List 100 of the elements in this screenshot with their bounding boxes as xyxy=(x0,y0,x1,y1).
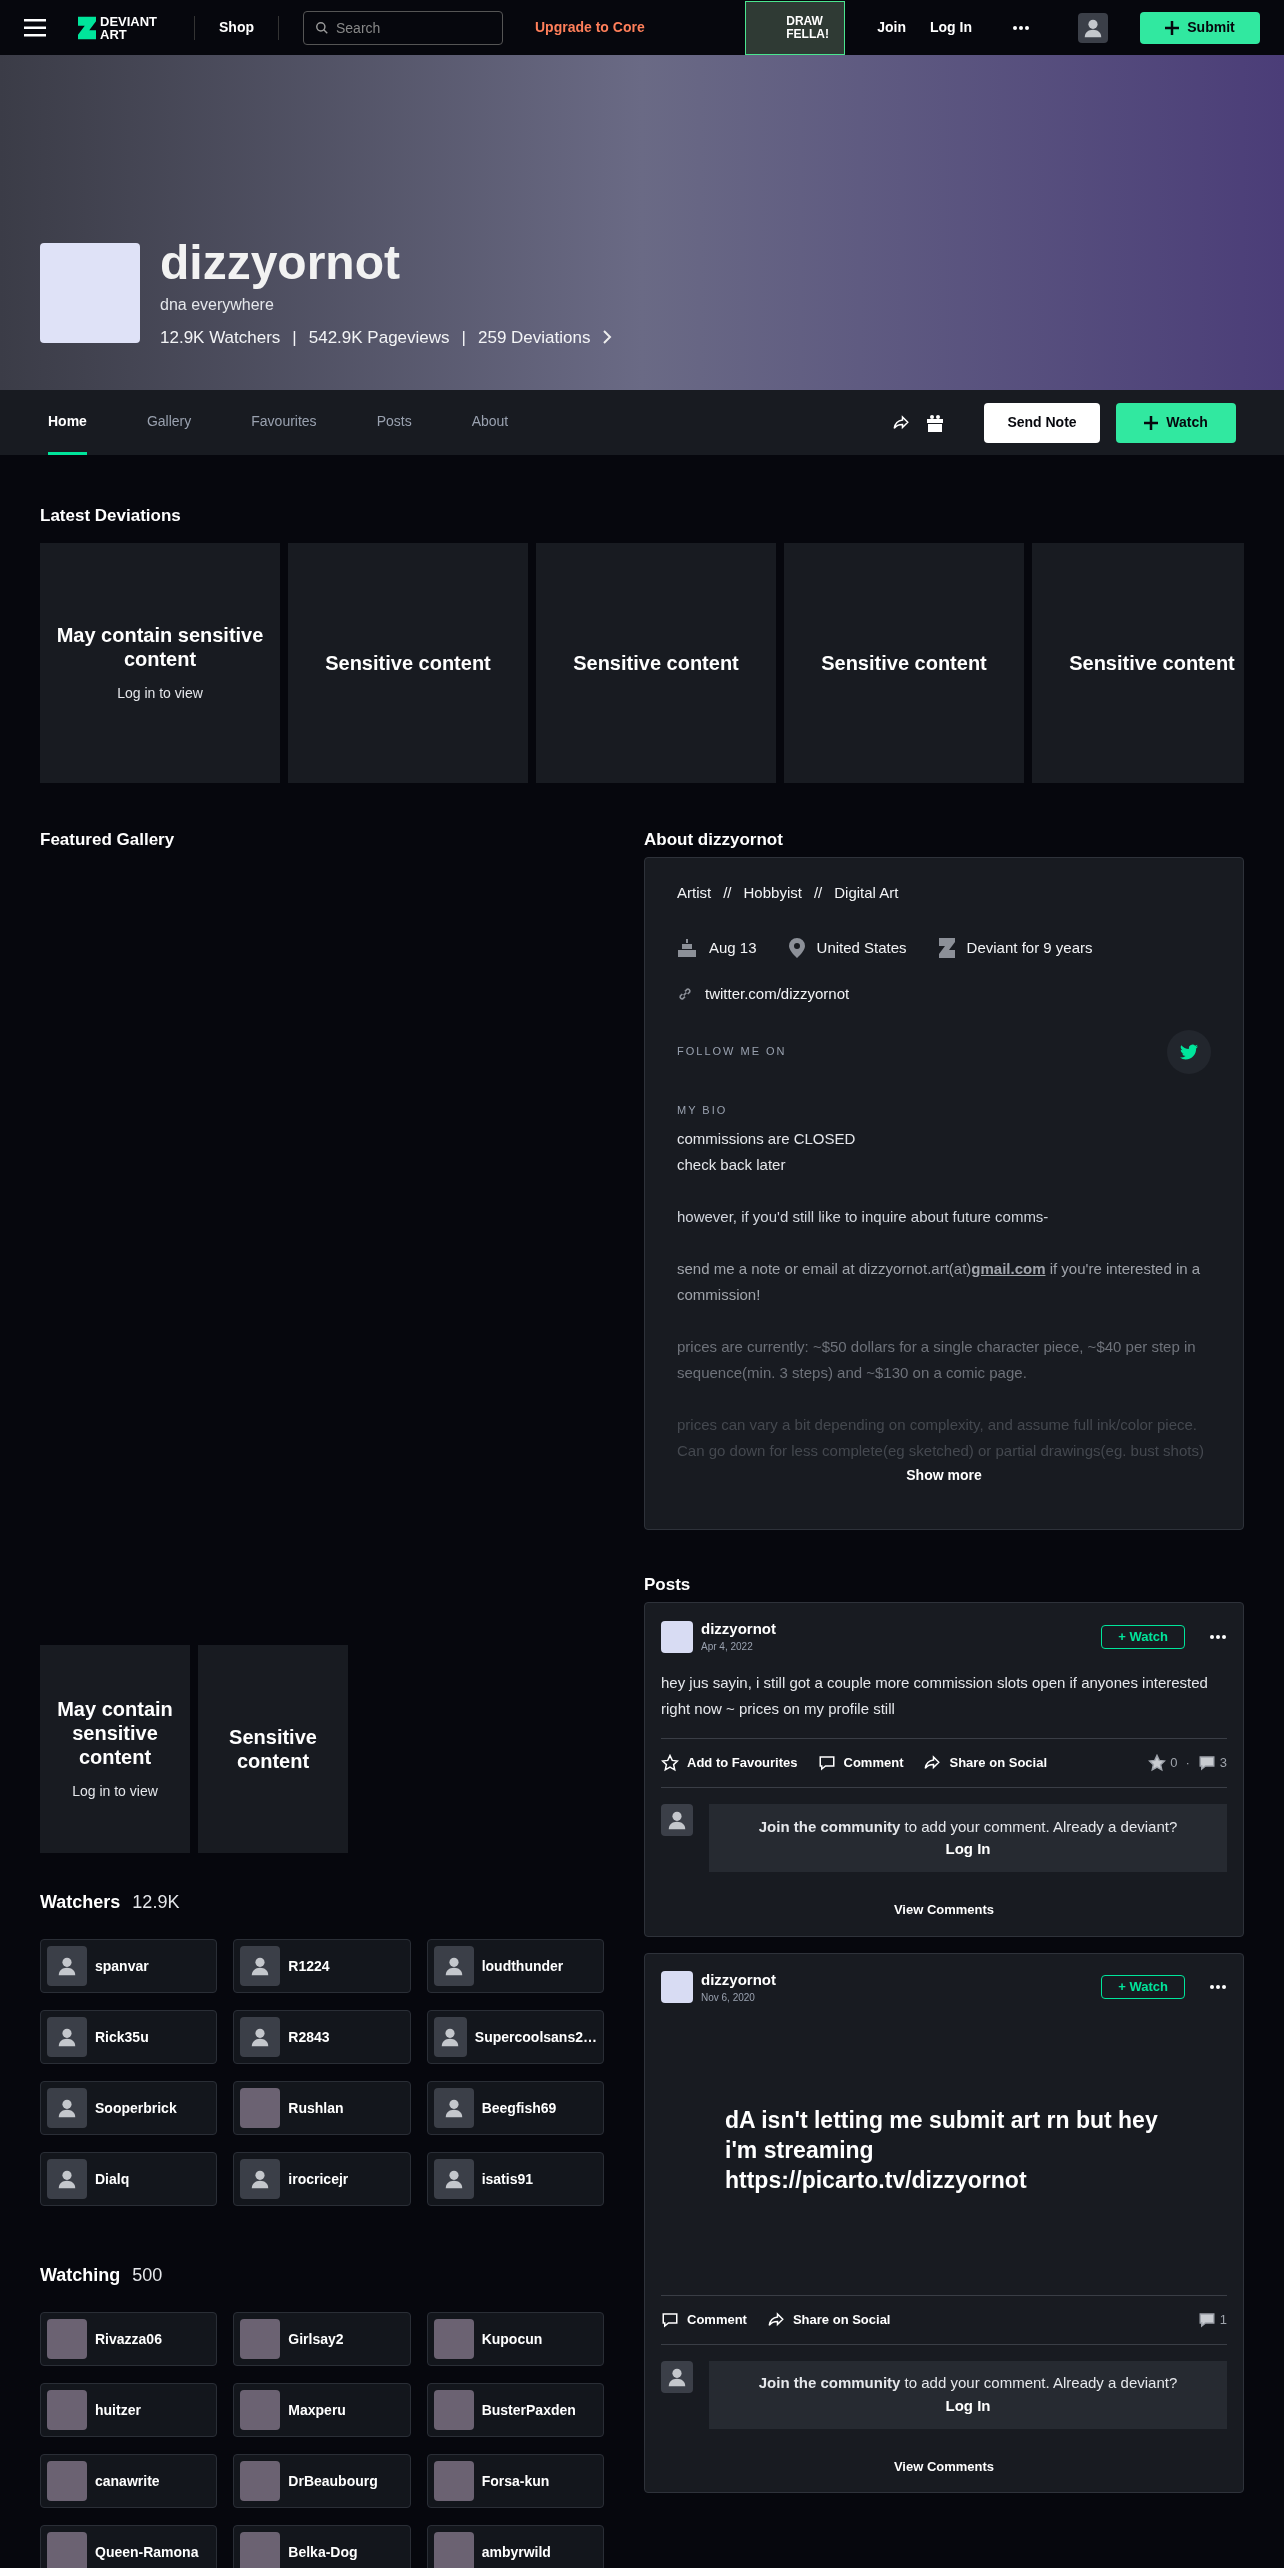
user-card[interactable]: huitzer xyxy=(40,2383,218,2437)
user-card[interactable]: BusterPaxden xyxy=(426,2383,604,2437)
profile-name: dizzyornot xyxy=(160,236,401,289)
gift-icon[interactable] xyxy=(926,413,944,432)
user-card[interactable]: Sooperbrick xyxy=(40,2081,218,2135)
profile-tab[interactable]: Home xyxy=(48,390,87,455)
username: Forsa-kun xyxy=(481,2471,550,2491)
tile-title: Sensitive content xyxy=(573,651,739,675)
sensitive-content-tile[interactable]: Sensitive content xyxy=(1032,543,1244,783)
tile-subtitle: Log in to view xyxy=(72,1781,158,1801)
post-action-button[interactable]: Add to Favourites xyxy=(661,1753,798,1773)
profile-tab[interactable]: About xyxy=(471,390,509,455)
submit-button[interactable]: Submit xyxy=(1140,11,1260,44)
post-action-button[interactable]: Comment xyxy=(661,2309,747,2330)
user-card[interactable]: Maxperu xyxy=(233,2383,411,2437)
avatar-photo-placeholder xyxy=(433,2532,474,2568)
sensitive-content-tile[interactable]: Sensitive content xyxy=(198,1645,348,1853)
menu-icon[interactable] xyxy=(24,18,46,37)
location-pin-icon xyxy=(788,937,805,958)
user-card[interactable]: Supercoolsans2… xyxy=(426,2010,604,2064)
section-title: Posts xyxy=(644,1574,692,1596)
user-card[interactable]: R1224 xyxy=(233,1939,411,1993)
user-card[interactable]: ambyrwild xyxy=(426,2525,604,2568)
watch-button[interactable]: Watch xyxy=(1116,402,1236,443)
user-card[interactable]: Kupocun xyxy=(426,2312,604,2366)
log-in-link[interactable]: Log In xyxy=(930,17,972,38)
more-options-icon[interactable] xyxy=(1012,24,1030,31)
default-avatar[interactable] xyxy=(1078,12,1108,43)
user-card[interactable]: irocricejr xyxy=(233,2152,411,2206)
share-arrow-icon xyxy=(892,413,910,432)
logo-wordmark[interactable]: DEVIANT ART xyxy=(100,14,170,41)
bio-paragraph: send me a note or email at dizzyornot.art(at)gmail.com if you're interested in a commission! xyxy=(677,1259,1202,1305)
twitter-button[interactable] xyxy=(1167,1029,1211,1074)
user-card[interactable]: Rushlan xyxy=(233,2081,411,2135)
send-note-button[interactable]: Send Note xyxy=(984,402,1100,443)
stat-count: 0 xyxy=(1170,1754,1178,1773)
user-card[interactable]: spanvar xyxy=(40,1939,218,1993)
watch-button[interactable]: + Watch xyxy=(1101,1624,1185,1649)
email-link[interactable]: gmail.com xyxy=(971,1260,1046,1277)
user-card[interactable]: Rivazza06 xyxy=(40,2312,218,2366)
profile-stat[interactable]: 259 Deviations xyxy=(478,324,591,350)
show-more-button[interactable]: Show more xyxy=(906,1465,982,1486)
post-action-button[interactable]: Share on Social xyxy=(923,1753,1047,1773)
bio-paragraph: prices are currently: ~$50 dollars for a single character piece, ~$40 per step in sequence(min. 3 steps) and ~$130 on a comic page. xyxy=(677,1337,1197,1383)
link-icon xyxy=(677,986,693,1003)
avatar-photo-placeholder xyxy=(47,2461,87,2501)
chevron-right-icon[interactable] xyxy=(602,330,613,345)
sensitive-content-tile[interactable]: Sensitive content xyxy=(288,543,528,783)
bio-paragraph: commissions are CLOSED check back later xyxy=(677,1129,857,1175)
sensitive-content-tile[interactable]: Sensitive content xyxy=(536,543,776,783)
section-title: About dizzyornot xyxy=(644,829,784,851)
stat-count: 3 xyxy=(1219,1754,1227,1773)
post-action-button[interactable]: Share on Social xyxy=(766,2309,891,2330)
shop-link[interactable]: Shop xyxy=(211,17,262,38)
user-card[interactable]: isatis91 xyxy=(426,2152,604,2206)
sensitive-content-tile[interactable]: May contain sensitive content Log in to view xyxy=(40,543,280,783)
upgrade-link[interactable]: Upgrade to Core xyxy=(535,17,645,38)
sensitive-content-tile[interactable]: Sensitive content xyxy=(784,543,1024,783)
user-card[interactable]: Dialq xyxy=(40,2152,218,2206)
user-silhouette-icon xyxy=(56,2168,78,2190)
user-card[interactable]: Girlsay2 xyxy=(233,2312,411,2366)
user-card[interactable]: Rick35u xyxy=(40,2010,218,2064)
post-author[interactable]: dizzyornot xyxy=(701,1619,1094,1639)
profile-tagline: dna everywhere xyxy=(160,294,275,315)
profile-fact: Deviant for 9 years xyxy=(966,937,1093,958)
log-in-link[interactable]: Log In xyxy=(945,1838,991,1861)
profile-tab[interactable]: Posts xyxy=(376,390,412,455)
watch-button[interactable]: + Watch xyxy=(1101,1975,1185,1999)
username: Maxperu xyxy=(288,2400,346,2420)
username: Belka-Dog xyxy=(288,2542,358,2562)
user-silhouette-icon xyxy=(56,2026,78,2048)
avatar-photo-placeholder xyxy=(240,2088,281,2128)
more-options-icon[interactable] xyxy=(1209,1984,1227,1990)
zigzag-logo-icon[interactable] xyxy=(78,15,96,40)
user-card[interactable]: Beegfish69 xyxy=(426,2081,604,2135)
user-card[interactable]: loudthunder xyxy=(426,1939,604,1993)
profile-stat[interactable]: 542.9K Pageviews xyxy=(308,324,450,350)
user-card[interactable]: Forsa-kun xyxy=(426,2454,604,2508)
post-author[interactable]: dizzyornot xyxy=(701,1969,1094,1990)
username: Girlsay2 xyxy=(288,2329,344,2349)
profile-tab[interactable]: Gallery xyxy=(146,390,192,455)
avatar-photo-placeholder xyxy=(433,2390,474,2430)
user-card[interactable]: R2843 xyxy=(233,2010,411,2064)
post-action-button[interactable]: Comment xyxy=(817,1753,904,1773)
profile-tab[interactable]: Favourites xyxy=(251,390,317,455)
profile-stat[interactable]: 12.9K Watchers xyxy=(160,324,281,350)
view-comments-button[interactable]: View Comments xyxy=(893,1900,995,1920)
user-card[interactable]: Queen-Ramona xyxy=(40,2525,218,2568)
search-field[interactable]: Search xyxy=(303,10,503,45)
log-in-link[interactable]: Log In xyxy=(945,2394,991,2417)
promo-banner[interactable]: DRAW FELLA! xyxy=(745,0,846,55)
view-comments-button[interactable]: View Comments xyxy=(893,2456,995,2476)
more-options-icon[interactable] xyxy=(1209,1633,1227,1640)
sensitive-content-tile[interactable]: May contain sensitive content Log in to view xyxy=(40,1645,190,1853)
join-link[interactable]: Join xyxy=(877,17,906,38)
user-card[interactable]: Belka-Dog xyxy=(233,2525,411,2568)
website-link[interactable]: twitter.com/dizzyornot xyxy=(705,983,850,1006)
post-date: Nov 6, 2020 xyxy=(701,1990,756,2005)
user-card[interactable]: canawrite xyxy=(40,2454,218,2508)
user-card[interactable]: DrBeaubourg xyxy=(233,2454,411,2508)
